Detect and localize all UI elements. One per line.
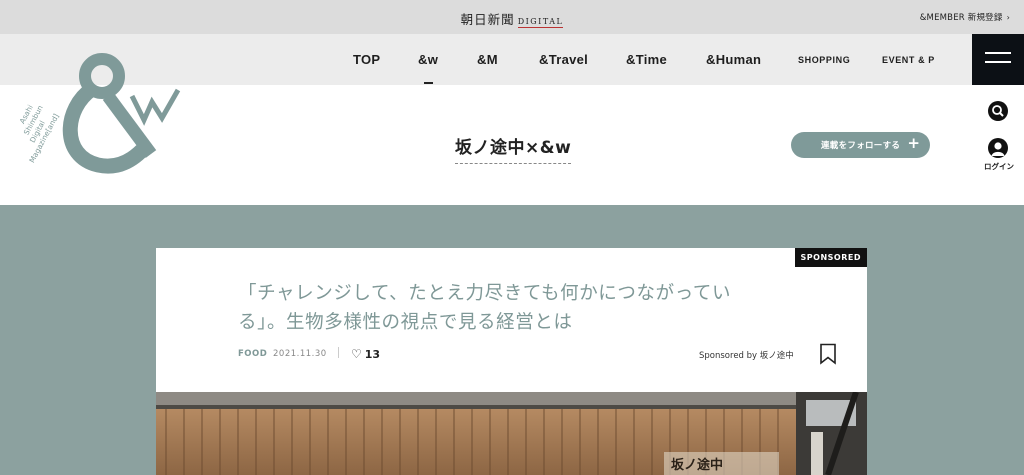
meta-divider	[338, 347, 339, 358]
series-title: 坂ノ途中×&w	[455, 133, 572, 164]
sponsor-credit: Sponsored by 坂ノ途中	[699, 351, 794, 361]
article-photo[interactable]: 坂ノ途中	[156, 392, 867, 475]
article-title[interactable]: 「チャレンジして、たとえ力尽きても何かにつながってい る」。生物多様性の視点で見…	[238, 279, 798, 337]
shop-sign: 坂ノ途中	[671, 457, 723, 473]
member-register-link[interactable]: &MEMBER 新規登録 ›	[920, 11, 1010, 23]
chevron-right-icon: ›	[1006, 13, 1010, 22]
nav-item-event[interactable]: EVENT & P	[882, 55, 935, 65]
hamburger-icon-line	[985, 61, 1011, 63]
nav-item-and-human[interactable]: &Human	[706, 52, 761, 67]
article-card[interactable]: SPONSORED 「チャレンジして、たとえ力尽きても何かにつながってい る」。…	[156, 248, 867, 475]
nav-item-top[interactable]: TOP	[353, 52, 380, 67]
sponsored-badge: SPONSORED	[794, 248, 867, 267]
storefront-image: 坂ノ途中	[156, 392, 867, 475]
article-title-line-1: 「チャレンジして、たとえ力尽きても何かにつながってい	[238, 283, 732, 304]
like-button[interactable]: ♡ 13	[351, 347, 380, 361]
bookmark-icon[interactable]	[819, 343, 837, 365]
article-title-line-2: る」。生物多様性の視点で見る経営とは	[238, 312, 573, 333]
and-w-logo[interactable]: Asahi Shimbun Digital Magazine[and]	[20, 38, 200, 198]
nav-active-indicator	[424, 82, 433, 84]
search-icon	[992, 105, 1004, 117]
user-icon	[991, 142, 1005, 156]
article-category[interactable]: FOOD	[238, 349, 267, 359]
nav-item-and-time[interactable]: &Time	[626, 52, 667, 67]
nav-item-and-travel[interactable]: &Travel	[539, 52, 588, 67]
search-button[interactable]	[988, 101, 1008, 121]
brand-logo[interactable]: 朝日新聞 DIGITAL	[0, 9, 1024, 28]
top-bar: 朝日新聞 DIGITAL &MEMBER 新規登録 ›	[0, 0, 1024, 34]
follow-series-label: 連載をフォローする	[821, 141, 901, 151]
follow-series-button[interactable]: 連載をフォローする +	[791, 132, 930, 158]
nav-item-and-w[interactable]: &w	[418, 52, 438, 67]
article-date: 2021.11.30	[273, 349, 327, 359]
heart-icon: ♡	[351, 347, 362, 361]
plus-icon: +	[907, 134, 920, 152]
member-register-label: &MEMBER 新規登録	[919, 13, 1003, 23]
brand-sub: DIGITAL	[517, 17, 564, 28]
login-label[interactable]: ログイン	[981, 161, 1017, 172]
login-button[interactable]	[988, 138, 1008, 158]
nav-item-and-m[interactable]: &M	[477, 52, 498, 67]
like-count: 13	[364, 348, 381, 361]
hamburger-menu-button[interactable]	[972, 34, 1024, 85]
brand-name: 朝日新聞	[460, 12, 515, 27]
nav-item-shopping[interactable]: SHOPPING	[798, 55, 850, 65]
hamburger-icon	[985, 52, 1011, 54]
